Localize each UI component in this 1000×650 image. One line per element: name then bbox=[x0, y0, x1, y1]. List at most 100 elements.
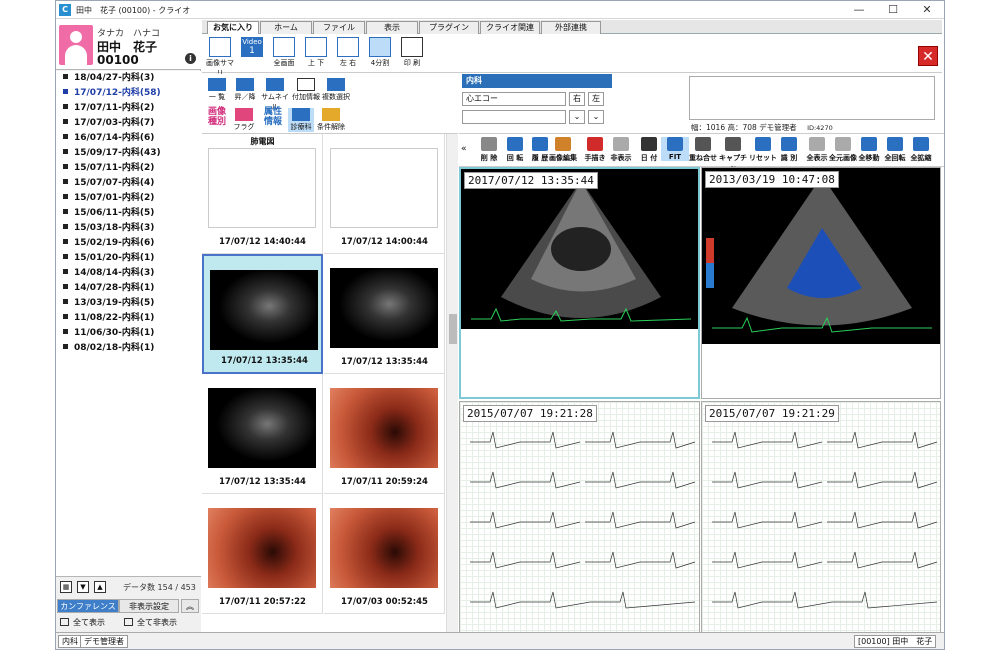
collapse-up-icon[interactable]: ▲ bbox=[94, 581, 106, 593]
history-item[interactable]: 15/07/11-内科(2) bbox=[56, 161, 201, 176]
viewer-tool-button[interactable]: FIT bbox=[661, 137, 689, 161]
thumbnail-item[interactable]: 17/07/11 20:57:22 bbox=[202, 494, 323, 614]
thumbnail-scrollbar[interactable] bbox=[446, 134, 458, 632]
ribbon-tab[interactable]: 外部連携 bbox=[541, 21, 601, 34]
history-item[interactable]: 16/07/14-内科(6) bbox=[56, 131, 201, 146]
image-summary-button[interactable]: 画像サマリ bbox=[206, 37, 234, 78]
close-window-button[interactable]: ✕ bbox=[912, 1, 942, 19]
collapse-icon[interactable]: « bbox=[461, 144, 467, 154]
ribbon-tab[interactable]: クライオ関連 bbox=[480, 21, 540, 34]
viewer-tool-button[interactable]: 削 除 bbox=[475, 137, 503, 163]
flag-button[interactable]: フラグ bbox=[232, 108, 256, 132]
split-ud-button[interactable]: 上 下 bbox=[302, 37, 330, 68]
ribbon-tab[interactable]: ホーム bbox=[260, 21, 312, 34]
history-item[interactable]: 15/03/18-内科(3) bbox=[56, 221, 201, 236]
thumbnail-item[interactable]: 17/07/12 14:00:44 bbox=[324, 134, 445, 254]
print-button[interactable]: 印 刷 bbox=[398, 37, 426, 68]
multi-select-button[interactable]: 複数選択 bbox=[322, 78, 350, 102]
thumbnail-item[interactable]: 17/07/12 13:35:44 bbox=[324, 254, 445, 374]
sort-button[interactable]: 昇／降 bbox=[232, 78, 258, 102]
history-item[interactable]: 08/02/18-内科(1) bbox=[56, 341, 201, 356]
scrollbar-thumb[interactable] bbox=[449, 314, 457, 344]
lock-icon bbox=[322, 108, 340, 121]
history-item[interactable]: 15/07/07-内科(4) bbox=[56, 176, 201, 191]
history-item[interactable]: 18/04/27-内科(3) bbox=[56, 71, 201, 86]
expand-down-icon[interactable]: ▼ bbox=[77, 581, 89, 593]
fullscreen-button[interactable]: 全画面 bbox=[270, 37, 298, 68]
split-ud-icon bbox=[305, 37, 327, 57]
history-item[interactable]: 17/07/11-内科(2) bbox=[56, 101, 201, 116]
secondary-chevron2-icon[interactable]: ⌄ bbox=[588, 110, 604, 124]
ribbon-tab[interactable]: 表示 bbox=[366, 21, 418, 34]
comment-textarea[interactable] bbox=[689, 76, 935, 120]
tab-conference[interactable]: カンファレンス bbox=[57, 599, 119, 613]
info-icon[interactable]: i bbox=[185, 53, 196, 64]
ribbon-tab[interactable]: お気に入り bbox=[207, 21, 259, 34]
tool-icon bbox=[809, 137, 825, 151]
history-item[interactable]: 17/07/12-内科(58) bbox=[56, 86, 201, 101]
viewer-tool-button[interactable]: 手描き bbox=[581, 137, 609, 163]
history-item[interactable]: 14/08/14-内科(3) bbox=[56, 266, 201, 281]
history-item[interactable]: 14/07/28-内科(1) bbox=[56, 281, 201, 296]
history-item[interactable]: 15/01/20-内科(1) bbox=[56, 251, 201, 266]
history-item[interactable]: 15/07/01-内科(2) bbox=[56, 191, 201, 206]
thumbnail-item[interactable]: 肺電図 17/07/12 14:40:44 bbox=[202, 134, 323, 254]
split-lr-button[interactable]: 左 右 bbox=[334, 37, 362, 68]
viewer-tool-button[interactable]: 全拡縮 bbox=[907, 137, 935, 163]
ribbon-tab[interactable]: プラグイン bbox=[419, 21, 479, 34]
left-button[interactable]: 左 bbox=[588, 92, 604, 106]
close-view-button[interactable]: ✕ bbox=[918, 46, 938, 66]
viewer-tool-button[interactable]: 全表示 bbox=[803, 137, 831, 163]
department-button[interactable]: 診療科 bbox=[288, 108, 314, 132]
viewer-tool-button[interactable]: 全移動 bbox=[855, 137, 883, 163]
viewer-tool-button[interactable]: 画像編集 bbox=[549, 137, 577, 163]
thumbnail-item[interactable]: 17/07/12 13:35:44 bbox=[202, 254, 323, 374]
tab-hidden-settings[interactable]: 非表示設定 bbox=[119, 599, 179, 613]
history-item[interactable]: 15/02/19-内科(6) bbox=[56, 236, 201, 251]
right-button[interactable]: 右 bbox=[569, 92, 585, 106]
viewer-tool-button[interactable]: 重ね合せ bbox=[689, 137, 717, 163]
ribbon-tabs: お気に入り ホーム ファイル 表示 プラグイン クライオ関連 外部連携 bbox=[202, 20, 942, 34]
viewer-tool-button[interactable]: リセット bbox=[749, 137, 777, 163]
list-button[interactable]: 一 覧 bbox=[206, 78, 228, 102]
secondary-chevron-icon[interactable]: ⌄ bbox=[569, 110, 585, 124]
viewer-tool-button[interactable]: 非表示 bbox=[607, 137, 635, 163]
history-item[interactable]: 15/09/17-内科(43) bbox=[56, 146, 201, 161]
maximize-button[interactable]: ☐ bbox=[878, 1, 908, 19]
chevron-up-icon[interactable]: ︽ bbox=[181, 599, 199, 613]
image-type-button[interactable]: 画像種別 bbox=[206, 107, 228, 127]
secondary-select[interactable] bbox=[462, 110, 566, 124]
viewer-pane-3[interactable]: 2015/07/07 19:21:28 bbox=[459, 401, 700, 633]
viewer-tool-button[interactable]: 全元画像 bbox=[829, 137, 857, 163]
hide-all-checkbox[interactable]: 全て非表示 bbox=[124, 617, 177, 628]
history-item[interactable]: 11/06/30-内科(1) bbox=[56, 326, 201, 341]
history-item[interactable]: 11/08/22-内科(1) bbox=[56, 311, 201, 326]
show-all-checkbox[interactable]: 全て表示 bbox=[60, 617, 105, 628]
split-four-button[interactable]: 4分割 bbox=[366, 37, 394, 68]
property-button[interactable]: 属性情報 bbox=[260, 107, 286, 127]
calendar-icon[interactable]: ▦ bbox=[60, 581, 72, 593]
tool-label: 全回転 bbox=[884, 154, 906, 162]
history-item[interactable]: 13/03/19-内科(5) bbox=[56, 296, 201, 311]
thumbnail-item[interactable]: 17/07/03 00:52:45 bbox=[324, 494, 445, 614]
viewer-pane-1[interactable]: 2017/07/12 13:35:44 bbox=[459, 167, 700, 399]
minimize-button[interactable]: — bbox=[844, 1, 874, 19]
video-button[interactable]: Video 1 bbox=[238, 37, 266, 58]
bullet-icon bbox=[63, 239, 68, 244]
history-item[interactable]: 15/06/11-内科(5) bbox=[56, 206, 201, 221]
title-bar: C 田中 花子 (00100) - クライオ — ☐ ✕ bbox=[56, 1, 944, 19]
exam-select[interactable]: 心エコー bbox=[462, 92, 566, 106]
thumbnail-item[interactable]: 17/07/11 20:59:24 bbox=[324, 374, 445, 494]
viewer-tool-button[interactable]: 回 転 bbox=[501, 137, 529, 163]
ribbon-tab[interactable]: ファイル bbox=[313, 21, 365, 34]
viewer-tool-button[interactable]: 識 別 bbox=[775, 137, 803, 163]
viewer-pane-4[interactable]: 2015/07/07 19:21:29 bbox=[701, 401, 941, 633]
clear-condition-button[interactable]: 条件解除 bbox=[316, 108, 346, 132]
bullet-icon bbox=[63, 299, 68, 304]
thumbnail-item[interactable]: 17/07/12 13:35:44 bbox=[202, 374, 323, 494]
viewer-pane-2[interactable]: 2013/03/19 10:47:08 bbox=[701, 167, 941, 399]
viewer-tool-button[interactable]: 日 付 bbox=[635, 137, 663, 163]
history-item[interactable]: 17/07/03-内科(7) bbox=[56, 116, 201, 131]
attach-info-button[interactable]: 付加情報 bbox=[292, 78, 320, 102]
viewer-tool-button[interactable]: 全回転 bbox=[881, 137, 909, 163]
